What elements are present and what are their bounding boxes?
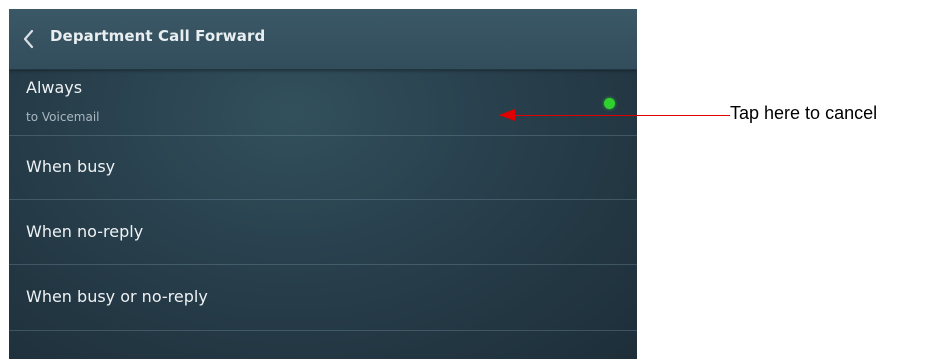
option-when-no-reply[interactable]: When no-reply — [9, 200, 637, 265]
annotation-text: Tap here to cancel — [730, 103, 878, 123]
option-when-no-reply-label: When no-reply — [26, 222, 144, 241]
option-always-label: Always — [26, 78, 83, 97]
option-always[interactable]: Always to Voicemail — [9, 69, 637, 136]
active-indicator-dot — [604, 98, 615, 109]
chevron-left-icon — [23, 29, 34, 49]
page-title: Department Call Forward — [50, 27, 266, 45]
annotation-arrow-line — [500, 115, 730, 116]
option-when-busy[interactable]: When busy — [9, 135, 637, 200]
header-bar: Department Call Forward — [9, 9, 637, 70]
page: Department Call Forward Always to Voicem… — [0, 0, 940, 359]
option-when-busy-label: When busy — [26, 157, 116, 176]
phone-screen: Department Call Forward Always to Voicem… — [9, 9, 637, 359]
back-button[interactable] — [17, 27, 41, 51]
option-when-busy-or-no-reply[interactable]: When busy or no-reply — [9, 265, 637, 331]
option-when-busy-or-no-reply-label: When busy or no-reply — [26, 287, 208, 306]
option-always-sublabel: to Voicemail — [26, 110, 100, 124]
